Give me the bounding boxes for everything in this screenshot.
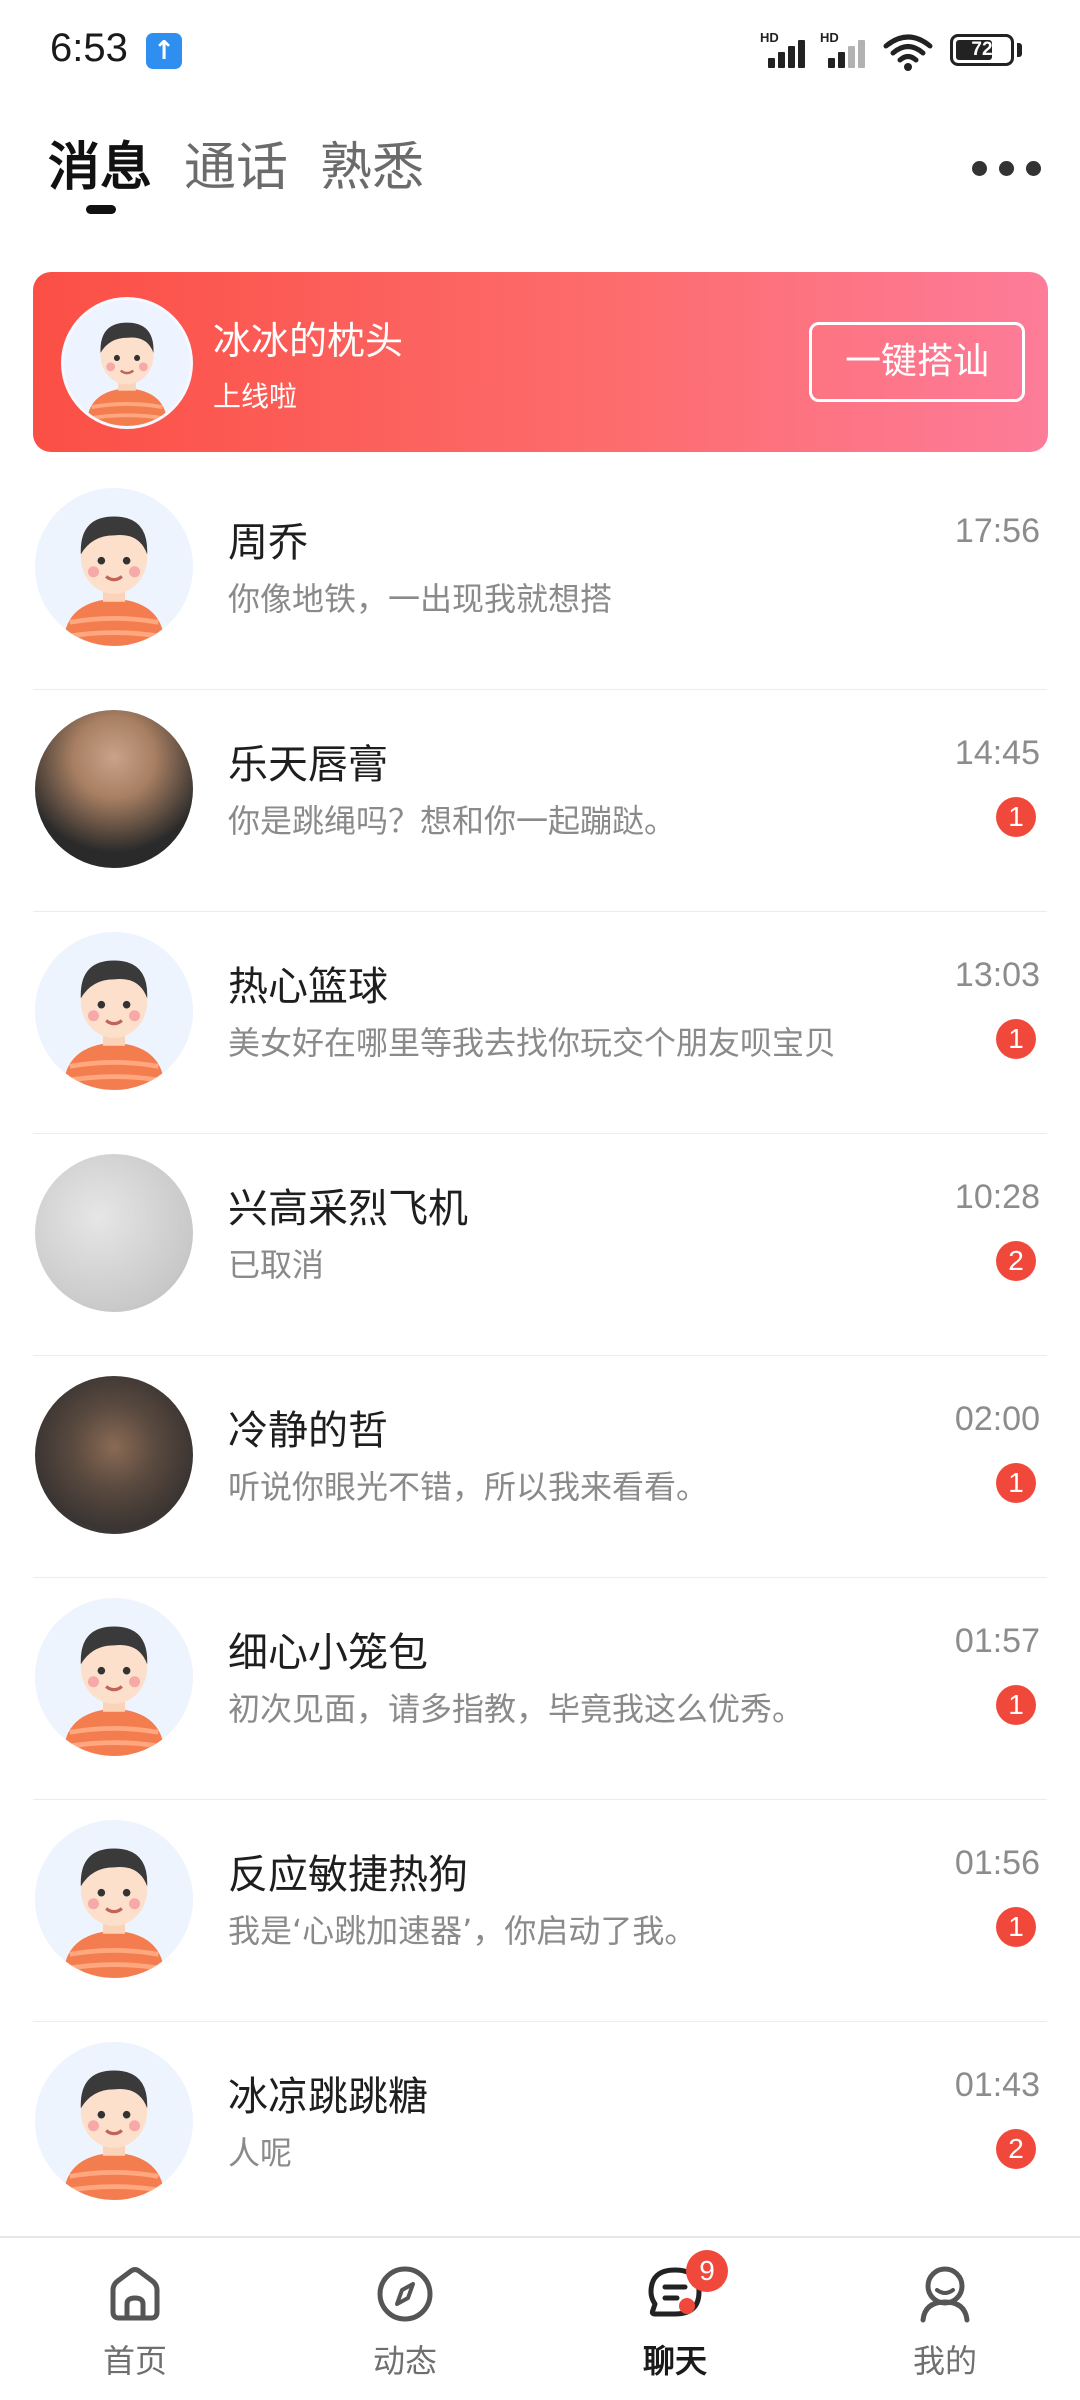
tab-familiar[interactable]: 熟悉 bbox=[320, 125, 424, 200]
cartoon-avatar-icon bbox=[35, 1820, 193, 1978]
signal-strength-icon: HD bbox=[760, 30, 812, 68]
nav-profile[interactable]: 我的 bbox=[810, 2238, 1080, 2400]
contact-name: 反应敏捷热狗 bbox=[228, 1852, 468, 1898]
unread-count-badge: 9 bbox=[686, 2250, 728, 2292]
signal-strength-icon: HD bbox=[820, 30, 872, 68]
avatar[interactable] bbox=[35, 1598, 193, 1756]
chat-list-item[interactable]: 兴高采烈飞机已取消 10:28 2 bbox=[0, 1134, 1080, 1356]
cartoon-avatar-icon bbox=[35, 932, 193, 1090]
status-bar: 6:53 ↑ HD HD 72 bbox=[0, 0, 1080, 100]
message-time: 17:56 bbox=[954, 512, 1040, 550]
message-time: 01:56 bbox=[954, 1844, 1040, 1882]
message-time: 14:45 bbox=[954, 734, 1040, 772]
battery-icon: 72 bbox=[950, 34, 1014, 66]
last-message-preview: 初次见面，请多指教，毕竟我这么优秀。 bbox=[228, 1690, 805, 1728]
avatar[interactable] bbox=[35, 932, 193, 1090]
home-icon bbox=[110, 2267, 160, 2321]
message-time: 01:57 bbox=[954, 1622, 1040, 1660]
unread-badge: 1 bbox=[996, 797, 1036, 837]
last-message-preview: 听说你眼光不错，所以我来看看。 bbox=[228, 1468, 709, 1506]
contact-name: 冰凉跳跳糖 bbox=[228, 2074, 428, 2120]
contact-name: 乐天唇膏 bbox=[228, 742, 388, 788]
profile-icon bbox=[920, 2266, 970, 2323]
last-message-preview: 我是‘心跳加速器’，你启动了我。 bbox=[228, 1912, 697, 1950]
nav-home[interactable]: 首页 bbox=[0, 2238, 270, 2400]
compass-icon bbox=[377, 2266, 433, 2322]
last-message-preview: 美女好在哪里等我去找你玩交个朋友呗宝贝 bbox=[228, 1024, 837, 1062]
upload-arrow-icon: ↑ bbox=[146, 33, 182, 69]
nav-label: 我的 bbox=[912, 2342, 977, 2380]
contact-name: 周乔 bbox=[228, 520, 308, 566]
unread-badge: 1 bbox=[996, 1019, 1036, 1059]
message-time: 13:03 bbox=[954, 956, 1040, 994]
avatar[interactable] bbox=[35, 1820, 193, 1978]
cartoon-avatar-icon bbox=[35, 488, 193, 646]
quick-greet-button[interactable]: 一键搭讪 bbox=[809, 322, 1025, 402]
last-message-preview: 你像地铁，一出现我就想搭 bbox=[228, 580, 613, 618]
banner-status: 上线啦 bbox=[213, 380, 298, 413]
battery-cap bbox=[1017, 43, 1022, 57]
contact-name: 热心篮球 bbox=[228, 964, 388, 1010]
last-message-preview: 已取消 bbox=[228, 1246, 325, 1284]
avatar[interactable] bbox=[61, 297, 193, 429]
nav-moments[interactable]: 动态 bbox=[270, 2238, 540, 2400]
battery-percent: 72 bbox=[971, 39, 993, 60]
cartoon-avatar-icon bbox=[35, 2042, 193, 2200]
nav-chat[interactable]: 9 聊天 bbox=[540, 2238, 810, 2400]
last-message-preview: 人呢 bbox=[228, 2134, 293, 2172]
active-tab-indicator bbox=[86, 205, 116, 214]
banner-user-name: 冰冰的枕头 bbox=[213, 319, 404, 363]
tab-messages[interactable]: 消息 bbox=[48, 125, 152, 200]
message-time: 01:43 bbox=[954, 2066, 1040, 2104]
nav-label: 首页 bbox=[102, 2342, 167, 2380]
signal-hd-label: HD bbox=[760, 30, 779, 45]
bottom-navigation: 首页 动态 9 聊天 我的 bbox=[0, 2236, 1080, 2400]
contact-name: 兴高采烈飞机 bbox=[228, 1186, 468, 1232]
more-options-icon[interactable] bbox=[972, 150, 1042, 186]
unread-badge: 2 bbox=[996, 2129, 1036, 2169]
avatar[interactable] bbox=[35, 710, 193, 868]
online-banner[interactable]: 冰冰的枕头 上线啦 一键搭讪 bbox=[33, 272, 1048, 452]
chat-list-item[interactable]: 反应敏捷热狗我是‘心跳加速器’，你启动了我。 01:56 1 bbox=[0, 1800, 1080, 2022]
message-time: 10:28 bbox=[954, 1178, 1040, 1216]
signal-hd-label: HD bbox=[820, 30, 839, 45]
nav-label: 动态 bbox=[372, 2342, 437, 2380]
contact-name: 细心小笼包 bbox=[228, 1630, 428, 1676]
cartoon-avatar-icon bbox=[35, 1598, 193, 1756]
avatar[interactable] bbox=[35, 2042, 193, 2200]
last-message-preview: 你是跳绳吗？想和你一起蹦跶。 bbox=[228, 802, 677, 840]
chat-list-item[interactable]: 细心小笼包初次见面，请多指教，毕竟我这么优秀。 01:57 1 bbox=[0, 1578, 1080, 1800]
tab-calls[interactable]: 通话 bbox=[184, 125, 288, 200]
message-time: 02:00 bbox=[954, 1400, 1040, 1438]
status-time: 6:53 bbox=[50, 26, 128, 70]
unread-badge: 1 bbox=[996, 1907, 1036, 1947]
nav-label: 聊天 bbox=[642, 2342, 707, 2380]
avatar[interactable] bbox=[35, 488, 193, 646]
unread-badge: 1 bbox=[996, 1463, 1036, 1503]
unread-badge: 2 bbox=[996, 1241, 1036, 1281]
chat-list-item[interactable]: 冰凉跳跳糖人呢 01:43 2 bbox=[0, 2022, 1080, 2244]
avatar[interactable] bbox=[35, 1376, 193, 1534]
contact-name: 冷静的哲 bbox=[228, 1408, 388, 1454]
wifi-icon bbox=[882, 32, 934, 72]
avatar[interactable] bbox=[35, 1154, 193, 1312]
chat-list-item[interactable]: 冷静的哲听说你眼光不错，所以我来看看。 02:00 1 bbox=[0, 1356, 1080, 1578]
cartoon-avatar-icon bbox=[64, 300, 190, 426]
chat-list-item[interactable]: 乐天唇膏你是跳绳吗？想和你一起蹦跶。 14:45 1 bbox=[0, 690, 1080, 912]
unread-badge: 1 bbox=[996, 1685, 1036, 1725]
chat-list-item[interactable]: 周乔你像地铁，一出现我就想搭 17:56 bbox=[0, 468, 1080, 690]
chat-list-item[interactable]: 热心篮球美女好在哪里等我去找你玩交个朋友呗宝贝 13:03 1 bbox=[0, 912, 1080, 1134]
